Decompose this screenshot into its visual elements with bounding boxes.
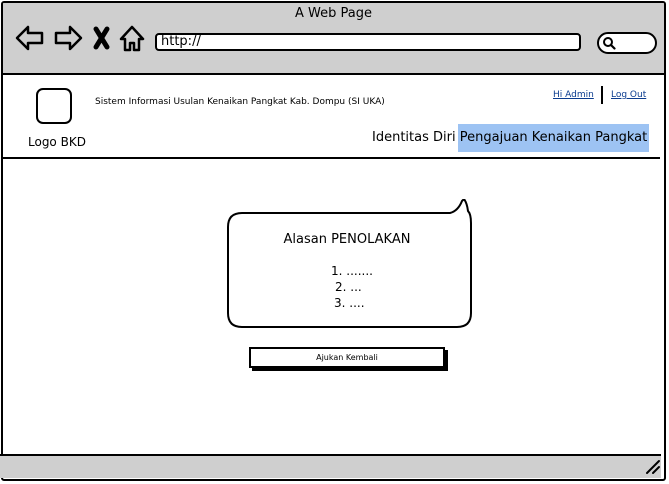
resubmit-button[interactable]: Ajukan Kembali (249, 347, 445, 368)
logo-label: Logo BKD (28, 135, 86, 149)
back-arrow-icon[interactable] (15, 23, 45, 53)
header-link-divider (601, 86, 603, 104)
forward-arrow-icon[interactable] (53, 23, 83, 53)
home-icon[interactable] (117, 23, 147, 53)
logout-link[interactable]: Log Out (611, 90, 646, 100)
rejection-reason: 3. .... (334, 296, 365, 310)
resize-grip-icon[interactable] (643, 457, 661, 475)
admin-link[interactable]: Hi Admin (553, 90, 594, 100)
logo-placeholder (36, 88, 72, 124)
browser-search-field[interactable] (597, 32, 657, 54)
search-icon (603, 37, 616, 50)
rejection-reason: 1. ....... (331, 264, 373, 278)
browser-toolbar: A Web Page http:// (3, 3, 664, 75)
header-divider (3, 157, 660, 159)
window-title: A Web Page (295, 6, 372, 21)
app-title: Sistem Informasi Usulan Kenaikan Pangkat… (95, 97, 385, 107)
url-input[interactable]: http:// (155, 33, 581, 51)
tab-identitas-diri[interactable]: Identitas Diri (372, 130, 456, 145)
tab-pengajuan-kenaikan-pangkat[interactable]: Pengajuan Kenaikan Pangkat (458, 124, 649, 152)
rejection-reason: 2. ... (335, 280, 362, 294)
rejection-title: Alasan PENOLAKAN (283, 232, 411, 247)
status-bar (0, 454, 661, 478)
